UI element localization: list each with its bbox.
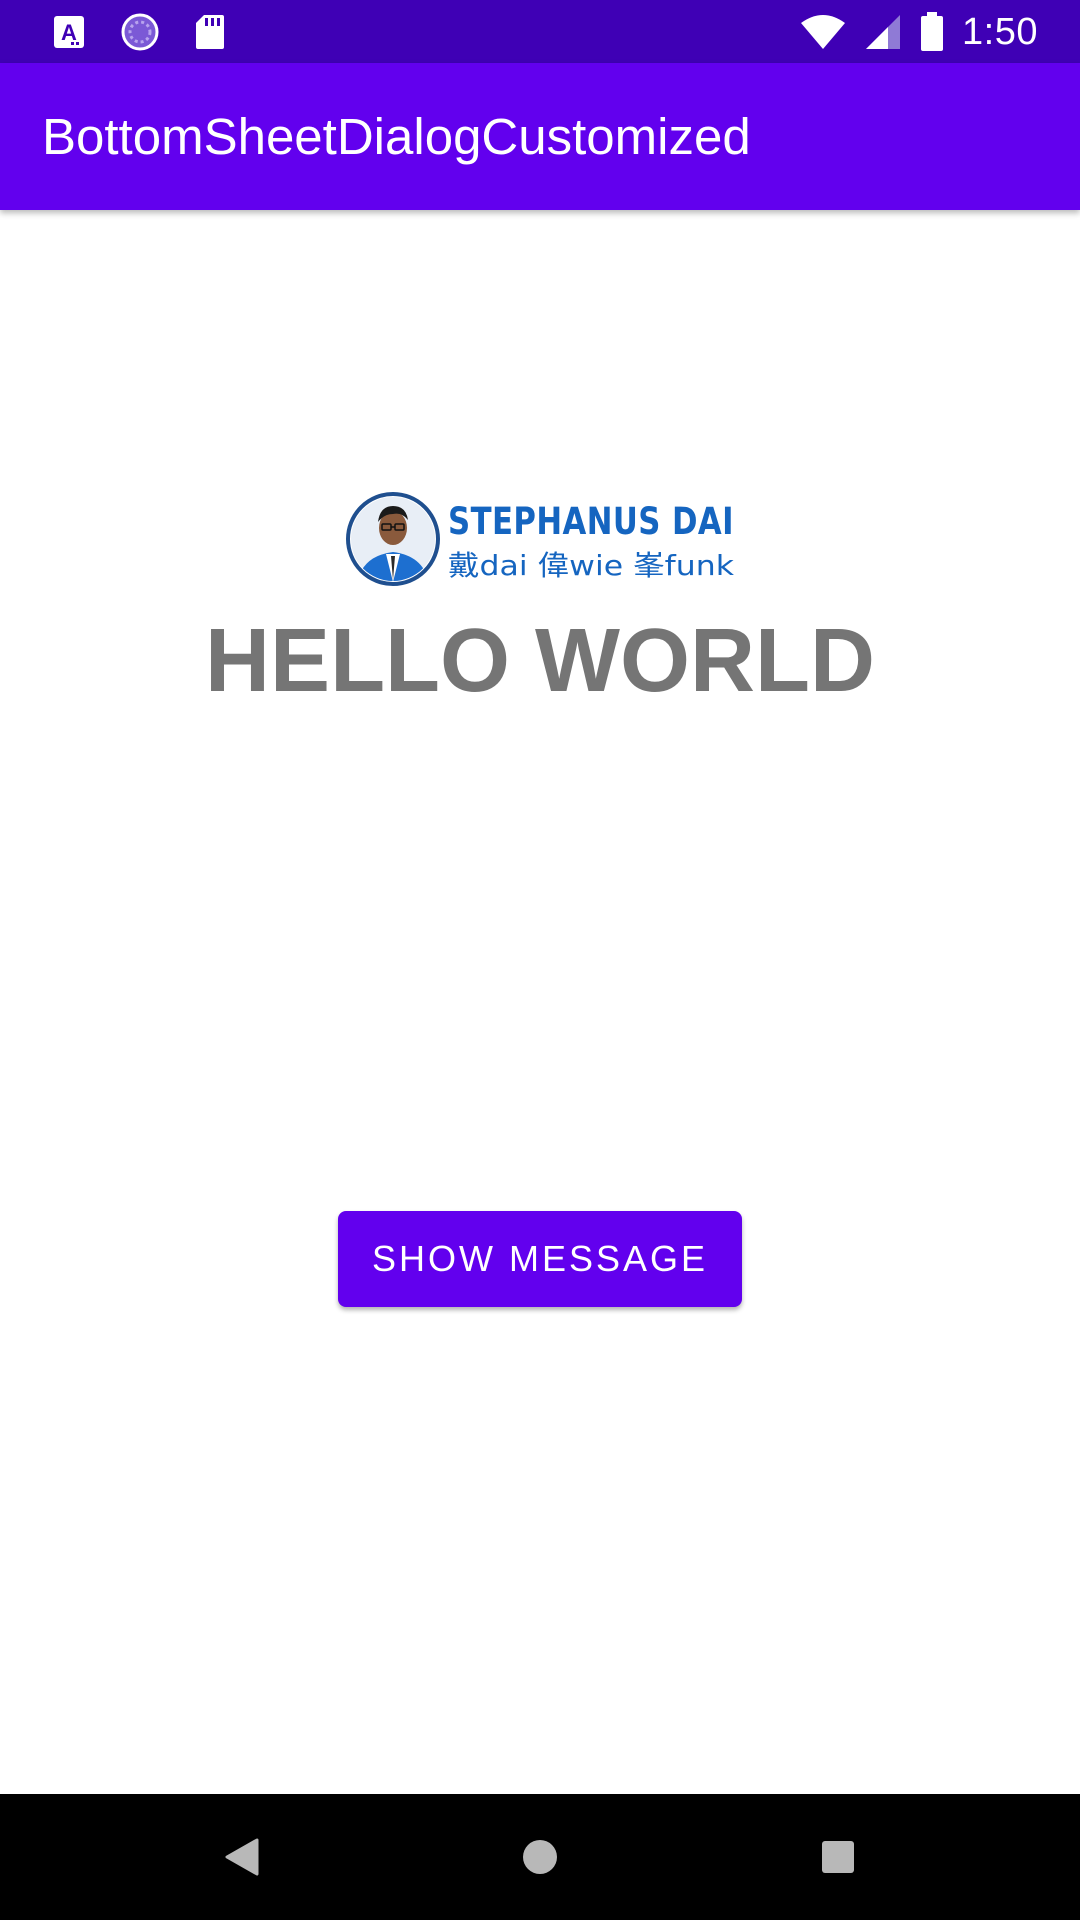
- hello-heading: HELLO WORLD: [205, 611, 875, 711]
- show-message-label: SHOW MESSAGE: [371, 1238, 709, 1279]
- status-time: 1:50: [962, 10, 1038, 53]
- navigation-bar: [0, 1794, 1080, 1920]
- status-notifications: A: [52, 12, 226, 52]
- recents-icon[interactable]: [808, 1827, 868, 1887]
- show-message-button[interactable]: SHOW MESSAGE: [338, 1211, 742, 1307]
- sync-progress-icon: [120, 12, 160, 52]
- logo-name-text: STEPHANUS DAI: [448, 500, 734, 543]
- home-icon[interactable]: [510, 1827, 570, 1887]
- app-title: BottomSheetDialogCustomized: [42, 108, 751, 165]
- stephanus-dai-logo: STEPHANUS DAI 戴dai 偉wie 峯funk: [346, 490, 738, 588]
- wifi-icon: [800, 13, 846, 51]
- sd-card-icon: [194, 13, 226, 51]
- status-bar: A 1:50: [0, 0, 1080, 63]
- a-notification-icon: A: [52, 14, 86, 50]
- cell-signal-icon: [864, 13, 902, 51]
- screen: A 1:50 BottomSheetDialogCustomized STEPH…: [0, 0, 1080, 1920]
- svg-text:A: A: [61, 20, 77, 45]
- back-icon[interactable]: [212, 1827, 272, 1887]
- app-bar: BottomSheetDialogCustomized: [0, 63, 1080, 210]
- logo-chinese-text: 戴dai 偉wie 峯funk: [448, 549, 735, 582]
- status-system: 1:50: [800, 10, 1038, 54]
- battery-icon: [920, 12, 944, 52]
- main-content: STEPHANUS DAI 戴dai 偉wie 峯funk HELLO WORL…: [0, 210, 1080, 1794]
